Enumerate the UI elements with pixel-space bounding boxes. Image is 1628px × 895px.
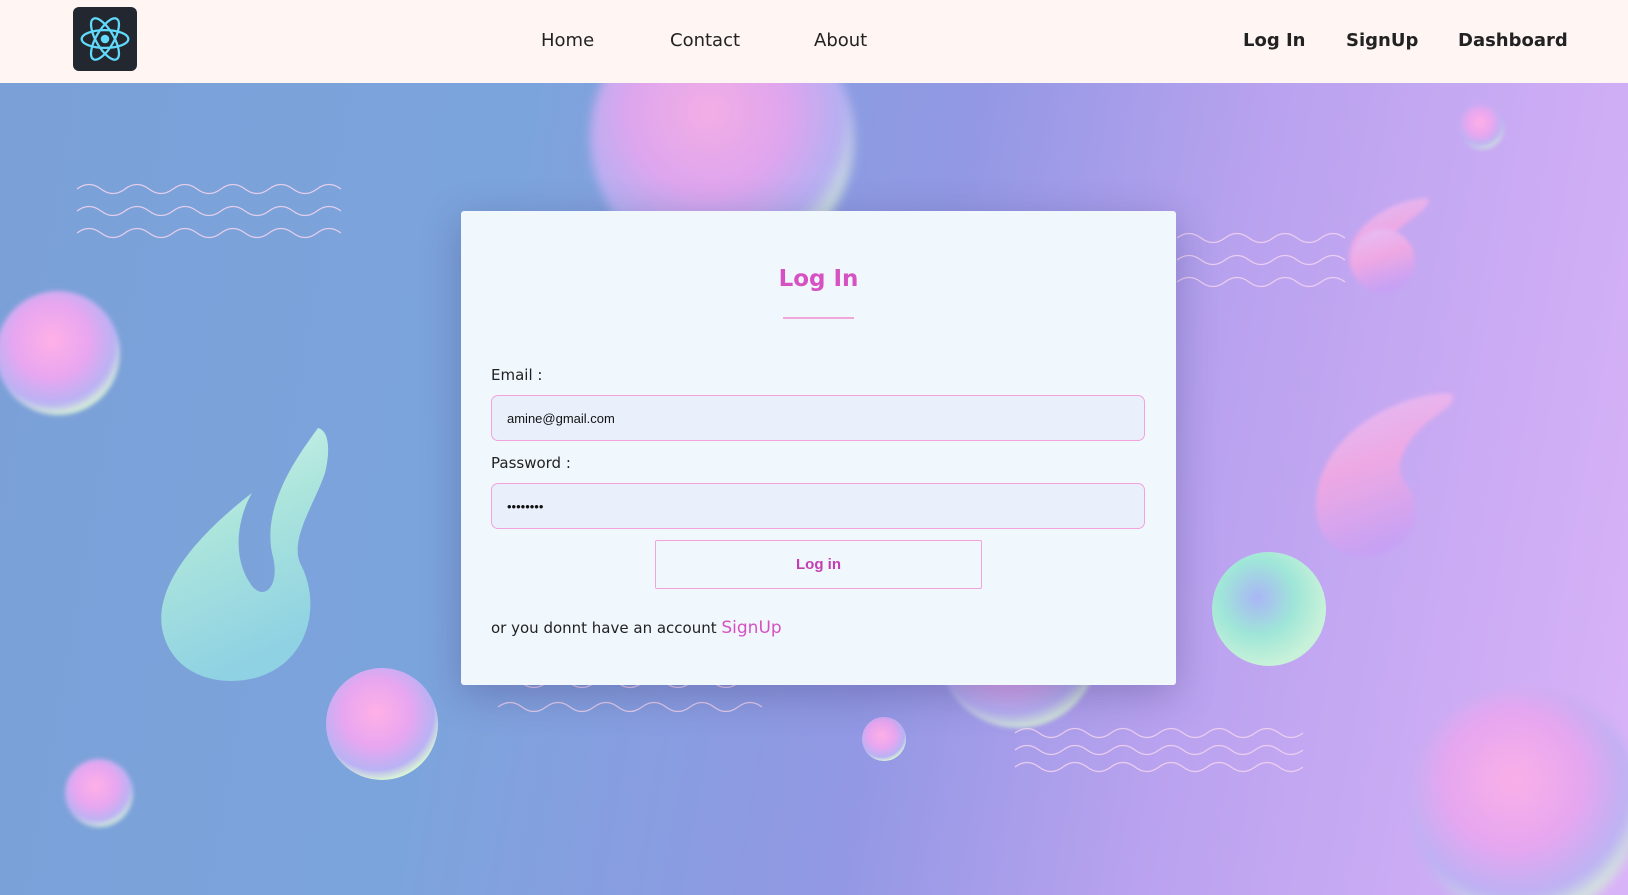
login-button[interactable]: Log in [655,540,982,589]
logo[interactable] [73,7,137,71]
nav-link-signup[interactable]: SignUp [1346,30,1418,52]
login-card: Log In Email : Password : Log in or you … [461,211,1176,685]
title-underline [783,317,854,319]
nav-link-contact[interactable]: Contact [670,30,740,52]
password-input[interactable] [491,483,1145,529]
react-atom-icon [80,17,130,61]
nav-link-home[interactable]: Home [541,30,594,52]
email-label: Email : [491,366,543,384]
signup-link[interactable]: SignUp [721,618,781,638]
email-input[interactable] [491,395,1145,441]
signup-prompt-text: or you donnt have an account [491,619,722,637]
nav-link-about[interactable]: About [814,30,867,52]
nav-link-dashboard[interactable]: Dashboard [1458,30,1568,52]
navbar: Home Contact About Log In SignUp Dashboa… [0,0,1628,83]
signup-prompt: or you donnt have an account SignUp [491,617,782,639]
password-label: Password : [491,454,571,472]
login-title: Log In [778,266,859,292]
nav-link-login[interactable]: Log In [1243,30,1306,52]
